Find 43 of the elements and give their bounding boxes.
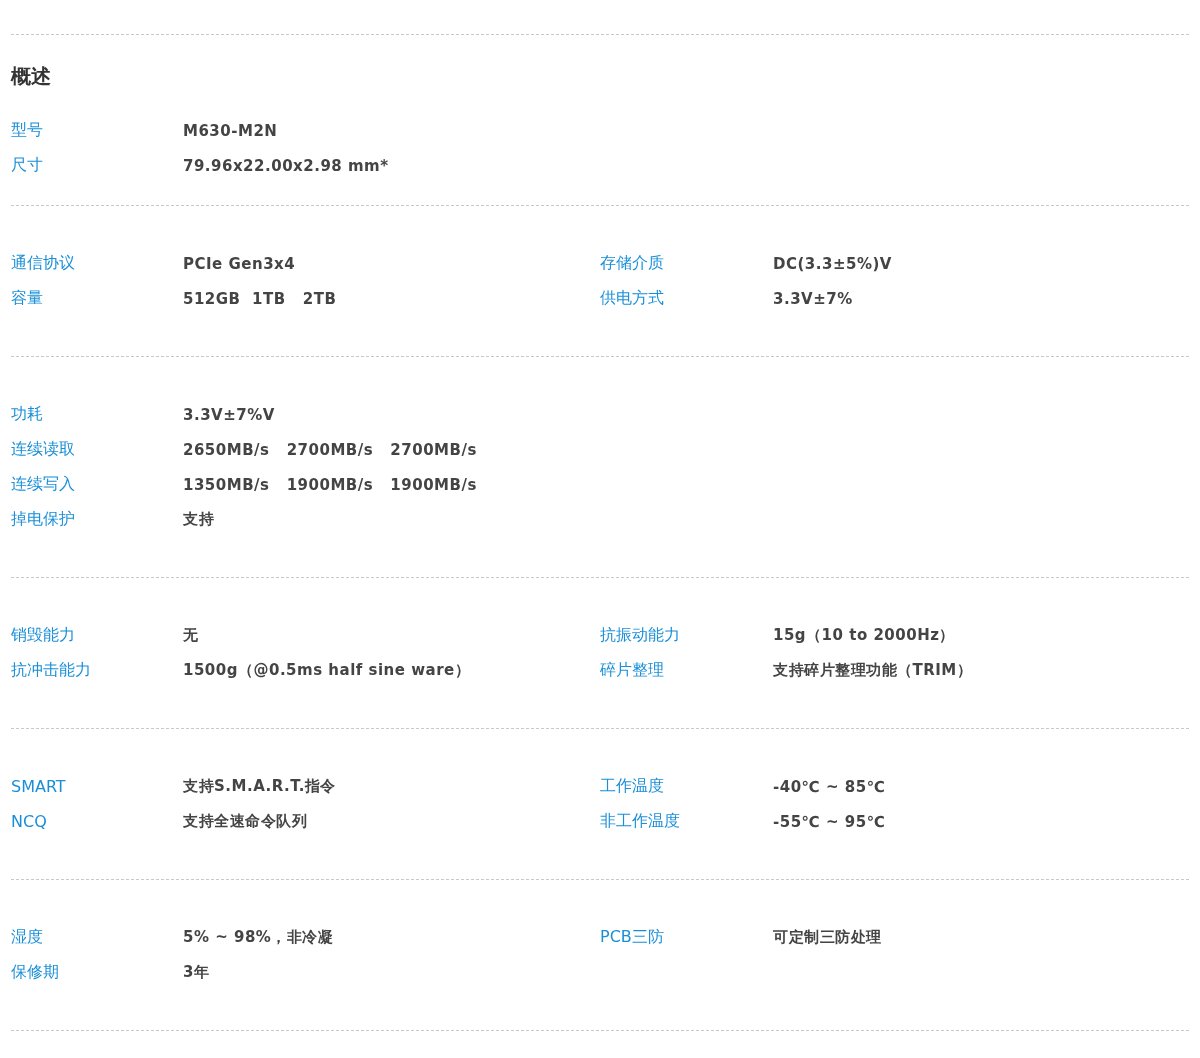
spec-value: 512GB 1TB 2TB xyxy=(183,289,337,308)
spec-value: 1500g（@0.5ms half sine ware） xyxy=(183,661,471,680)
spec-label: PCB三防 xyxy=(600,927,664,948)
spec-value: DC(3.3±5%)V xyxy=(773,254,892,273)
spec-value: 支持碎片整理功能（TRIM） xyxy=(773,661,973,680)
spec-value: -55℃ ~ 95℃ xyxy=(773,812,886,831)
spec-label: 碎片整理 xyxy=(600,660,664,681)
spec-value: 支持全速命令队列 xyxy=(183,812,307,831)
section-title: 概述 xyxy=(11,63,52,90)
spec-value: 3.3V±7%V xyxy=(183,405,275,424)
spec-value: 1350MB/s 1900MB/s 1900MB/s xyxy=(183,475,477,494)
spec-value: 3年 xyxy=(183,963,210,982)
spec-value: 支持 xyxy=(183,510,214,529)
spec-label: 容量 xyxy=(11,288,43,309)
spec-label: 销毁能力 xyxy=(11,625,75,646)
spec-value: -40℃ ~ 85℃ xyxy=(773,777,886,796)
spec-label: 抗冲击能力 xyxy=(11,660,91,681)
spec-label: 型号 xyxy=(11,120,43,141)
spec-label: 尺寸 xyxy=(11,155,43,176)
spec-label: 非工作温度 xyxy=(600,811,680,832)
spec-value: 15g（10 to 2000Hz） xyxy=(773,626,955,645)
spec-label: 湿度 xyxy=(11,927,43,948)
spec-value: PCIe Gen3x4 xyxy=(183,254,296,273)
spec-value: 支持S.M.A.R.T.指令 xyxy=(183,777,336,796)
spec-label: 抗振动能力 xyxy=(600,625,680,646)
spec-value: 2650MB/s 2700MB/s 2700MB/s xyxy=(183,440,477,459)
spec-label: 连续读取 xyxy=(11,439,75,460)
spec-value: M630-M2N xyxy=(183,121,278,140)
spec-label: 供电方式 xyxy=(600,288,664,309)
spec-label: 存储介质 xyxy=(600,253,664,274)
spec-value: 5% ~ 98%，非冷凝 xyxy=(183,928,334,947)
spec-label: 工作温度 xyxy=(600,776,664,797)
spec-label: SMART xyxy=(11,777,66,796)
spec-label: 连续写入 xyxy=(11,474,75,495)
spec-label: NCQ xyxy=(11,812,47,831)
spec-value: 可定制三防处理 xyxy=(773,928,882,947)
spec-label: 通信协议 xyxy=(11,253,75,274)
spec-label: 功耗 xyxy=(11,404,43,425)
spec-label: 掉电保护 xyxy=(11,509,75,530)
spec-value: 79.96x22.00x2.98 mm* xyxy=(183,156,389,175)
spec-value: 3.3V±7% xyxy=(773,289,853,308)
spec-value: 无 xyxy=(183,626,199,645)
spec-label: 保修期 xyxy=(11,962,59,983)
